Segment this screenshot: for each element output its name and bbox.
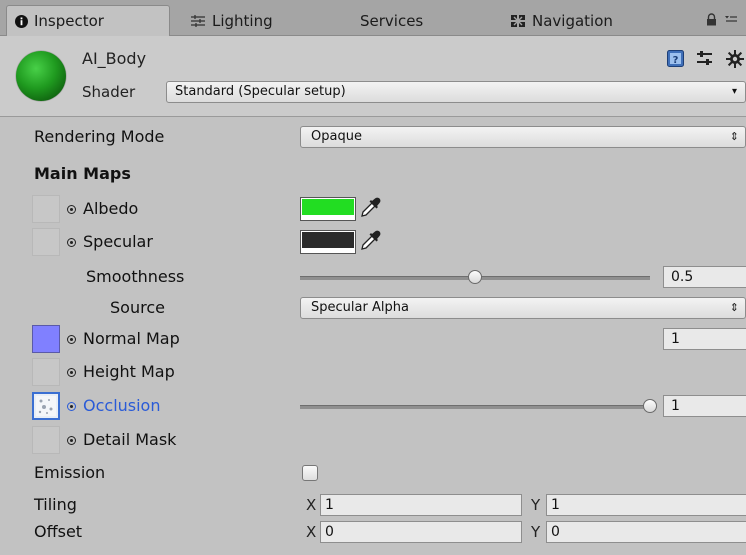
albedo-texture-slot[interactable] [32,195,60,223]
svg-text:?: ? [673,55,679,66]
tab-lighting[interactable]: Lighting [190,5,330,36]
info-icon [15,14,28,28]
smoothness-row: Smoothness 0.5 [0,263,746,291]
main-maps-heading: Main Maps [34,164,131,183]
tiling-y-label: Y [531,496,541,514]
normal-map-object-picker-icon[interactable] [67,335,76,344]
specular-texture-slot[interactable] [32,228,60,256]
material-name: AI_Body [82,49,147,68]
tiling-x-label: X [306,496,317,514]
specular-color-swatch[interactable] [300,230,356,254]
occlusion-slider-thumb[interactable] [643,399,657,413]
offset-row: Offset X 0 Y 0 [0,518,746,546]
detail-mask-label: Detail Mask [83,430,177,449]
albedo-color-swatch[interactable] [300,197,356,221]
tab-services-label: Services [360,11,424,30]
offset-x-label: X [306,523,317,541]
gear-icon[interactable] [726,50,744,72]
help-icon[interactable]: ? [667,50,684,71]
updown-arrow-icon: ⇕ [729,130,739,143]
occlusion-label: Occlusion [83,396,161,415]
smoothness-slider-thumb[interactable] [468,270,482,284]
albedo-alpha-bar [302,216,354,219]
height-map-texture-slot[interactable] [32,358,60,386]
presets-icon[interactable] [696,50,713,71]
occlusion-texture-thumbnail [36,396,56,416]
updown-arrow-icon: ⇕ [729,301,739,314]
specular-row: Specular [0,228,746,256]
tiling-x-field[interactable]: 1 [320,494,522,516]
eyedropper-icon[interactable] [359,230,381,256]
tab-inspector[interactable]: Inspector [6,5,170,36]
lock-icon[interactable] [706,8,717,30]
source-value: Specular Alpha [311,300,409,315]
main-maps-row: Main Maps [0,160,746,188]
lighting-icon [190,14,206,28]
specular-alpha-bar [302,249,354,252]
rendering-mode-row: Rendering Mode Opaque ⇕ [0,123,746,151]
occlusion-texture-slot[interactable] [32,392,60,420]
smoothness-value-field[interactable]: 0.5 [663,266,746,288]
specular-object-picker-icon[interactable] [67,238,76,247]
tiling-label: Tiling [34,495,77,514]
offset-label: Offset [34,522,83,541]
material-preview-sphere [16,51,66,101]
tab-navigation-label: Navigation [532,11,613,30]
normal-map-label: Normal Map [83,329,180,348]
emission-row: Emission [0,459,746,487]
specular-color-fill [302,232,354,248]
specular-label: Specular [83,232,153,251]
albedo-object-picker-icon[interactable] [67,205,76,214]
eyedropper-icon[interactable] [359,197,381,223]
albedo-row: Albedo [0,195,746,223]
tab-navigation[interactable]: Navigation [510,5,670,36]
rendering-mode-label: Rendering Mode [34,127,165,146]
material-header: AI_Body ? Shader Standard (Specular setu… [0,36,746,117]
tab-lighting-label: Lighting [212,11,273,30]
source-dropdown[interactable]: Specular Alpha ⇕ [300,297,746,319]
tab-menu-icon[interactable] [724,8,738,30]
height-map-object-picker-icon[interactable] [67,368,76,377]
offset-x-field[interactable]: 0 [320,521,522,543]
detail-mask-texture-slot[interactable] [32,426,60,454]
tab-services[interactable]: Services [360,5,480,36]
offset-y-field[interactable]: 0 [546,521,746,543]
normal-map-texture-slot[interactable] [32,325,60,353]
source-row: Source Specular Alpha ⇕ [0,294,746,322]
occlusion-row: Occlusion 1 [0,392,746,420]
albedo-color-fill [302,199,354,215]
emission-checkbox[interactable] [302,465,318,481]
rendering-mode-value: Opaque [311,129,362,144]
offset-y-label: Y [531,523,541,541]
tiling-row: Tiling X 1 Y 1 [0,491,746,519]
height-map-label: Height Map [83,362,175,381]
shader-label: Shader [82,83,136,101]
shader-dropdown-value: Standard (Specular setup) [175,84,346,99]
tab-bar: Inspector Lighting Services Navigation [0,0,746,36]
height-map-row: Height Map [0,358,746,386]
detail-mask-row: Detail Mask [0,426,746,454]
dropdown-arrow-icon: ▾ [731,86,737,97]
emission-label: Emission [34,463,106,482]
normal-map-row: Normal Map 1 [0,325,746,353]
tiling-y-field[interactable]: 1 [546,494,746,516]
source-label: Source [110,298,165,317]
normal-map-scale-field[interactable]: 1 [663,328,746,350]
tab-inspector-label: Inspector [34,12,104,30]
occlusion-object-picker-icon[interactable] [67,402,76,411]
navigation-icon [510,14,526,28]
rendering-mode-dropdown[interactable]: Opaque ⇕ [300,126,746,148]
occlusion-strength-field[interactable]: 1 [663,395,746,417]
detail-mask-object-picker-icon[interactable] [67,436,76,445]
smoothness-label: Smoothness [86,267,185,286]
albedo-label: Albedo [83,199,139,218]
occlusion-slider-track[interactable] [300,405,650,409]
shader-dropdown[interactable]: Standard (Specular setup) ▾ [166,81,746,103]
